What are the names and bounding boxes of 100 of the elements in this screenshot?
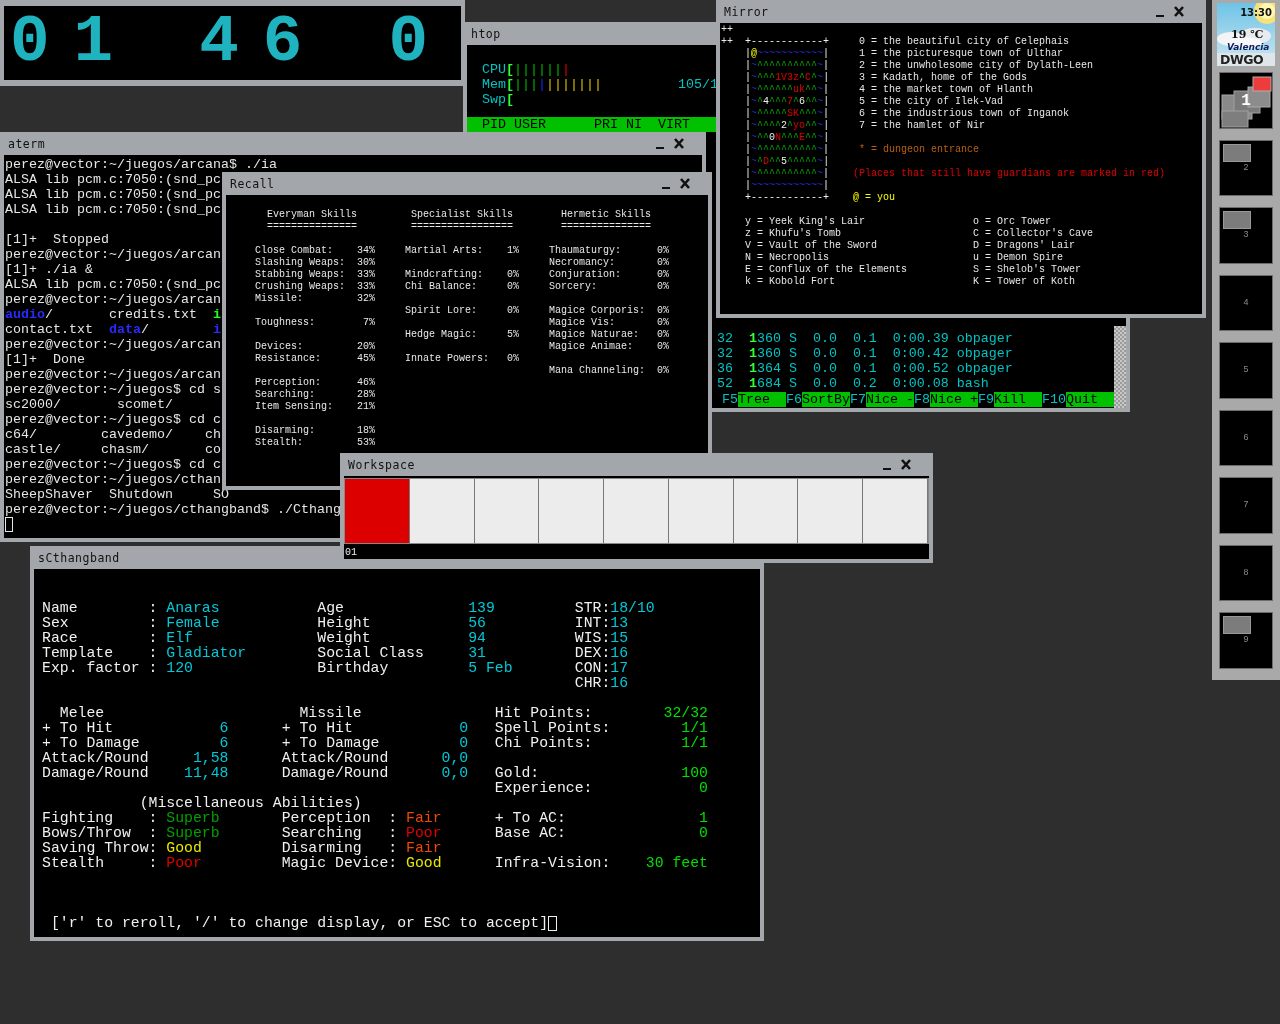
desktop-label: 01 [344,546,358,559]
skill-label: Toughness: [255,317,316,329]
meter-text: | [538,77,546,92]
desktop-thumbnail[interactable]: 5 [1219,342,1273,399]
desktop-cell[interactable] [539,479,605,543]
skill-label: Searching: [255,389,316,401]
field-label: Damage/Round [42,766,150,781]
legend-entry: y = Yeek King's Lair [745,216,867,228]
desktop-number: 3 [1243,231,1249,241]
desktop-cell[interactable] [798,479,864,543]
close-icon[interactable] [901,459,911,470]
field-label: Infra-Vision: [494,856,612,871]
field-label: Magic Device [281,856,389,871]
field-colon: : [148,646,159,661]
desktop-cell[interactable] [345,479,410,543]
skill-label: Innate Powers: [405,353,490,365]
desktop-cell[interactable] [733,479,799,543]
skill-label: Item Sensing: [255,401,334,413]
terminal-text: / credits.txt [45,307,198,322]
desktop-cell[interactable] [409,479,475,543]
window-thumbnail [1223,143,1251,162]
map-row: |~^^^^^^uk^^~| [745,84,830,95]
field-value: 31 [468,646,487,661]
terminal-line: sc2000/ scomet/ [5,397,173,412]
field-label: Exp. factor [42,661,141,676]
desktop-cell[interactable] [668,479,734,543]
field-label: Birthday [317,661,390,676]
scrollbar[interactable] [1113,326,1126,408]
skill-value: 0% [656,281,669,293]
field-value: 0 [459,721,469,736]
desktop-cell[interactable] [863,479,929,543]
title-underline: ================= [410,221,515,233]
skill-label: Stealth: [255,437,304,449]
rating-value: Good [166,841,202,856]
table-cell: S [788,346,797,361]
legend-entry: K = Tower of Koth [973,276,1077,288]
skill-value: 30% [357,257,375,269]
skill-value: 0% [506,281,519,293]
close-icon[interactable] [1174,6,1184,17]
table-cell: 0.0 [812,361,837,376]
legend-entry: o = Orc Tower [973,216,1053,228]
rating-value: Superb [166,826,221,841]
skill-label: Disarming: [255,425,316,437]
desktop-thumbnail[interactable]: 1 [1219,72,1273,129]
function-key-label[interactable]: Kill [994,392,1042,407]
desktop-thumbnail[interactable]: 2 [1219,139,1273,197]
field-label: + To AC: [494,811,567,826]
function-key[interactable]: F6 [786,392,802,407]
table-cell: 0.1 [852,361,877,376]
rating-value: Superb [166,811,220,826]
desktop-thumbnail[interactable]: 6 [1219,409,1273,467]
legend-entry: z = Khufu's Tomb [745,228,842,240]
field-value: 11,48 [184,766,229,781]
cursor [548,916,558,931]
field-colon: : [148,661,159,676]
field-label: Experience: [494,781,594,796]
field-value: 0 [699,826,708,841]
map-row: |~^^^1V3z^C^~| [745,72,830,83]
function-key[interactable]: F5 [722,392,738,407]
field-colon: : [388,856,399,871]
close-icon[interactable] [674,138,684,149]
clock-digits: 46 [199,8,327,78]
function-key-label[interactable]: Nice + [930,392,978,407]
map-row: |~^^^^^^^^^^~| [745,144,830,155]
skill-value: 0% [656,305,669,317]
desktop-thumbnail[interactable]: 4 [1219,274,1273,332]
column-title: Everyman Skills [266,209,358,221]
field-value: 94 [468,631,487,646]
skill-label: Crushing Weaps: [255,281,346,293]
desktop-thumbnail[interactable]: 8 [1219,544,1273,602]
function-key[interactable]: F10 [1041,392,1066,407]
map-row: |~^^^^^SK^^^~| [745,108,830,119]
map-row: |~^^0N^^^E^^~| [745,132,830,143]
desktop-thumbnail[interactable]: 3 [1219,207,1273,264]
function-key[interactable]: F8 [914,392,930,407]
skill-value: 0% [506,269,519,281]
function-key-label[interactable]: SortBy [802,392,850,407]
close-icon[interactable] [680,178,690,189]
function-key-label[interactable]: Quit [1065,392,1114,407]
city-text: Valencia [1227,43,1270,52]
legend-entry: N = Necropolis [745,252,830,264]
field-label: Race [42,631,79,646]
desktop-cell[interactable] [474,479,540,543]
skill-label: Magice Vis: [549,317,616,329]
function-key-label[interactable]: Nice - [866,392,914,407]
clock-digits: 01 [10,8,138,78]
function-key-label[interactable]: Tree [738,392,786,407]
desktop-thumbnail[interactable]: 9 [1219,612,1273,669]
desktop-number: 5 [1243,366,1249,376]
field-label: Attack/Round [42,751,150,766]
field-label: Attack/Round [281,751,390,766]
skill-label: Perception: [255,377,322,389]
desktop-thumbnail[interactable]: 7 [1219,477,1273,534]
legend-note: @ = you [853,192,895,204]
stat-label: STR: [574,601,611,616]
window-thumbnail [1223,616,1251,635]
rating-value: Fair [406,811,443,826]
desktop-cell[interactable] [604,479,669,543]
skill-value: 0% [656,245,669,257]
field-value: Female [166,616,221,631]
